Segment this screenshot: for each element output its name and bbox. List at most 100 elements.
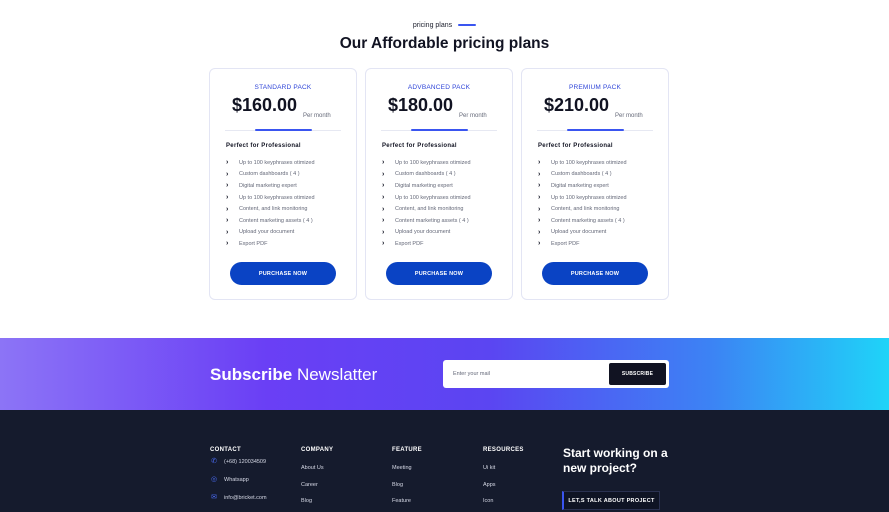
feature-text: Up to 100 keyphrases otimized [551,194,627,201]
pricing-section: pricing plans Our Affordable pricing pla… [0,0,889,338]
contact-email[interactable]: ✉ info@bricket.com [210,489,267,507]
plan-period: Per month [615,113,643,119]
newsletter-title-bold: Subscribe [210,365,293,384]
talk-about-project-button[interactable]: LET,S TALK ABOUT PROJECT [562,491,660,510]
footer-feature-heading: FEATURE [392,447,422,453]
plan-divider [381,129,497,131]
chevron-right-icon: › [382,205,385,213]
plan-subtitle: Perfect for Professional [538,143,613,149]
feature-text: Custom dashboards ( 4 ) [239,171,300,178]
feature-text: Content marketing assets ( 4 ) [239,217,313,224]
purchase-button-advanced[interactable]: PURCHASE NOW [386,262,492,285]
plan-name: ADVBANCED PACK [407,84,471,91]
footer-contact: CONTACT ✆ (+68) 120034509 ◎ Whatsapp ✉ i… [210,447,267,507]
pricing-heading: Our Affordable pricing plans [339,35,550,52]
plan-name: STANDARD PACK [254,84,312,91]
footer-link-meeting[interactable]: Meeting [392,465,422,471]
feature-text: Up to 100 keyphrases otimized [551,159,627,166]
feature-item: › Upload your document [382,227,471,239]
pricing-card-advanced: ADVBANCED PACK $180.00 Per month Perfect… [365,68,513,300]
feature-text: Digital marketing expert [395,182,453,189]
contact-phone-text: (+68) 120034509 [224,459,267,465]
feature-item: › Content marketing assets ( 4 ) [538,215,627,227]
feature-item: › Up to 100 keyphrases otimized [382,157,471,169]
contact-phone[interactable]: ✆ (+68) 120034509 [210,453,267,471]
chevron-right-icon: › [538,170,541,178]
chevron-right-icon: › [226,228,229,236]
chevron-right-icon: › [226,159,229,167]
feature-list: › Up to 100 keyphrases otimized › Custom d… [382,157,471,250]
feature-text: Up to 100 keyphrases otimized [395,194,471,201]
contact-whatsapp-text: Whatsapp [224,477,249,483]
feature-list: › Up to 100 keyphrases otimized › Custom d… [538,157,627,250]
feature-text: Content, and link monitoring [395,206,464,213]
feature-item: › Custom dashboards ( 4 ) [382,169,471,181]
contact-whatsapp[interactable]: ◎ Whatsapp [210,471,267,489]
feature-text: Export PDF [239,240,268,247]
whatsapp-icon: ◎ [210,476,218,483]
chevron-right-icon: › [382,228,385,236]
chevron-right-icon: › [382,217,385,225]
feature-item: › Digital marketing expert [538,180,627,192]
feature-text: Upload your document [551,229,607,236]
footer-link-blog[interactable]: Blog [301,498,333,504]
feature-item: › Up to 100 keyphrases otimized [382,192,471,204]
feature-item: › Upload your document [538,227,627,239]
contact-email-text: info@bricket.com [224,495,267,501]
footer: CONTACT ✆ (+68) 120034509 ◎ Whatsapp ✉ i… [0,410,889,512]
plan-divider [225,129,341,131]
chevron-right-icon: › [538,240,541,248]
cta-title: Start working on a new project? [563,446,668,475]
chevron-right-icon: › [538,182,541,190]
chevron-right-icon: › [226,240,229,248]
footer-company: COMPANY About Us Career Blog [301,447,333,504]
section-eyebrow: pricing plans [0,22,889,29]
eyebrow-text: pricing plans [412,22,453,29]
feature-item: › Content, and link monitoring [226,203,315,215]
feature-list: › Up to 100 keyphrases otimized › Custom d… [226,157,315,250]
plan-subtitle: Perfect for Professional [226,143,301,149]
plan-price: $210.00 [544,95,610,115]
feature-item: › Upload your document [226,227,315,239]
chevron-right-icon: › [226,182,229,190]
feature-item: › Up to 100 keyphrases otimized [538,157,627,169]
newsletter-section: Subscribe Newslatter SUBSCRIBE [0,338,889,410]
feature-item: › Up to 100 keyphrases otimized [538,192,627,204]
footer-link-apps[interactable]: Apps [483,482,524,488]
purchase-button-standard[interactable]: PURCHASE NOW [230,262,336,285]
pricing-cards: STANDARD PACK $160.00 Per month Perfect … [209,68,669,300]
mail-icon: ✉ [211,494,217,501]
feature-item: › Custom dashboards ( 4 ) [226,169,315,181]
feature-text: Up to 100 keyphrases otimized [239,194,315,201]
chevron-right-icon: › [538,194,541,202]
feature-text: Content, and link monitoring [551,206,620,213]
feature-item: › Up to 100 keyphrases otimized [226,192,315,204]
chevron-right-icon: › [538,205,541,213]
chevron-right-icon: › [226,170,229,178]
footer-link-ui-kit[interactable]: Ui kit [483,465,524,471]
footer-link-career[interactable]: Career [301,482,333,488]
plan-divider [537,129,653,131]
subscribe-button[interactable]: SUBSCRIBE [609,363,666,385]
purchase-button-premium[interactable]: PURCHASE NOW [542,262,648,285]
pricing-card-premium: PREMIUM PACK $210.00 Per month Perfect f… [521,68,669,300]
footer-resources-heading: RESOURCES [483,447,524,453]
feature-text: Digital marketing expert [551,182,609,189]
chevron-right-icon: › [538,228,541,236]
footer-link-icon[interactable]: Icon [483,498,524,504]
pricing-card-standard: STANDARD PACK $160.00 Per month Perfect … [209,68,357,300]
email-input[interactable] [453,367,603,381]
chevron-right-icon: › [382,159,385,167]
subscribe-form: SUBSCRIBE [443,360,669,388]
footer-link-about[interactable]: About Us [301,465,333,471]
divider-accent [411,129,468,131]
feature-item: › Content marketing assets ( 4 ) [226,215,315,227]
footer-link-blog[interactable]: Blog [392,482,422,488]
feature-item: › Content, and link monitoring [382,203,471,215]
footer-feature: FEATURE Meeting Blog Feature [392,447,422,504]
footer-link-feature[interactable]: Feature [392,498,422,504]
chevron-right-icon: › [382,240,385,248]
plan-subtitle: Perfect for Professional [382,143,457,149]
feature-text: Custom dashboards ( 4 ) [395,171,456,178]
chevron-right-icon: › [226,217,229,225]
